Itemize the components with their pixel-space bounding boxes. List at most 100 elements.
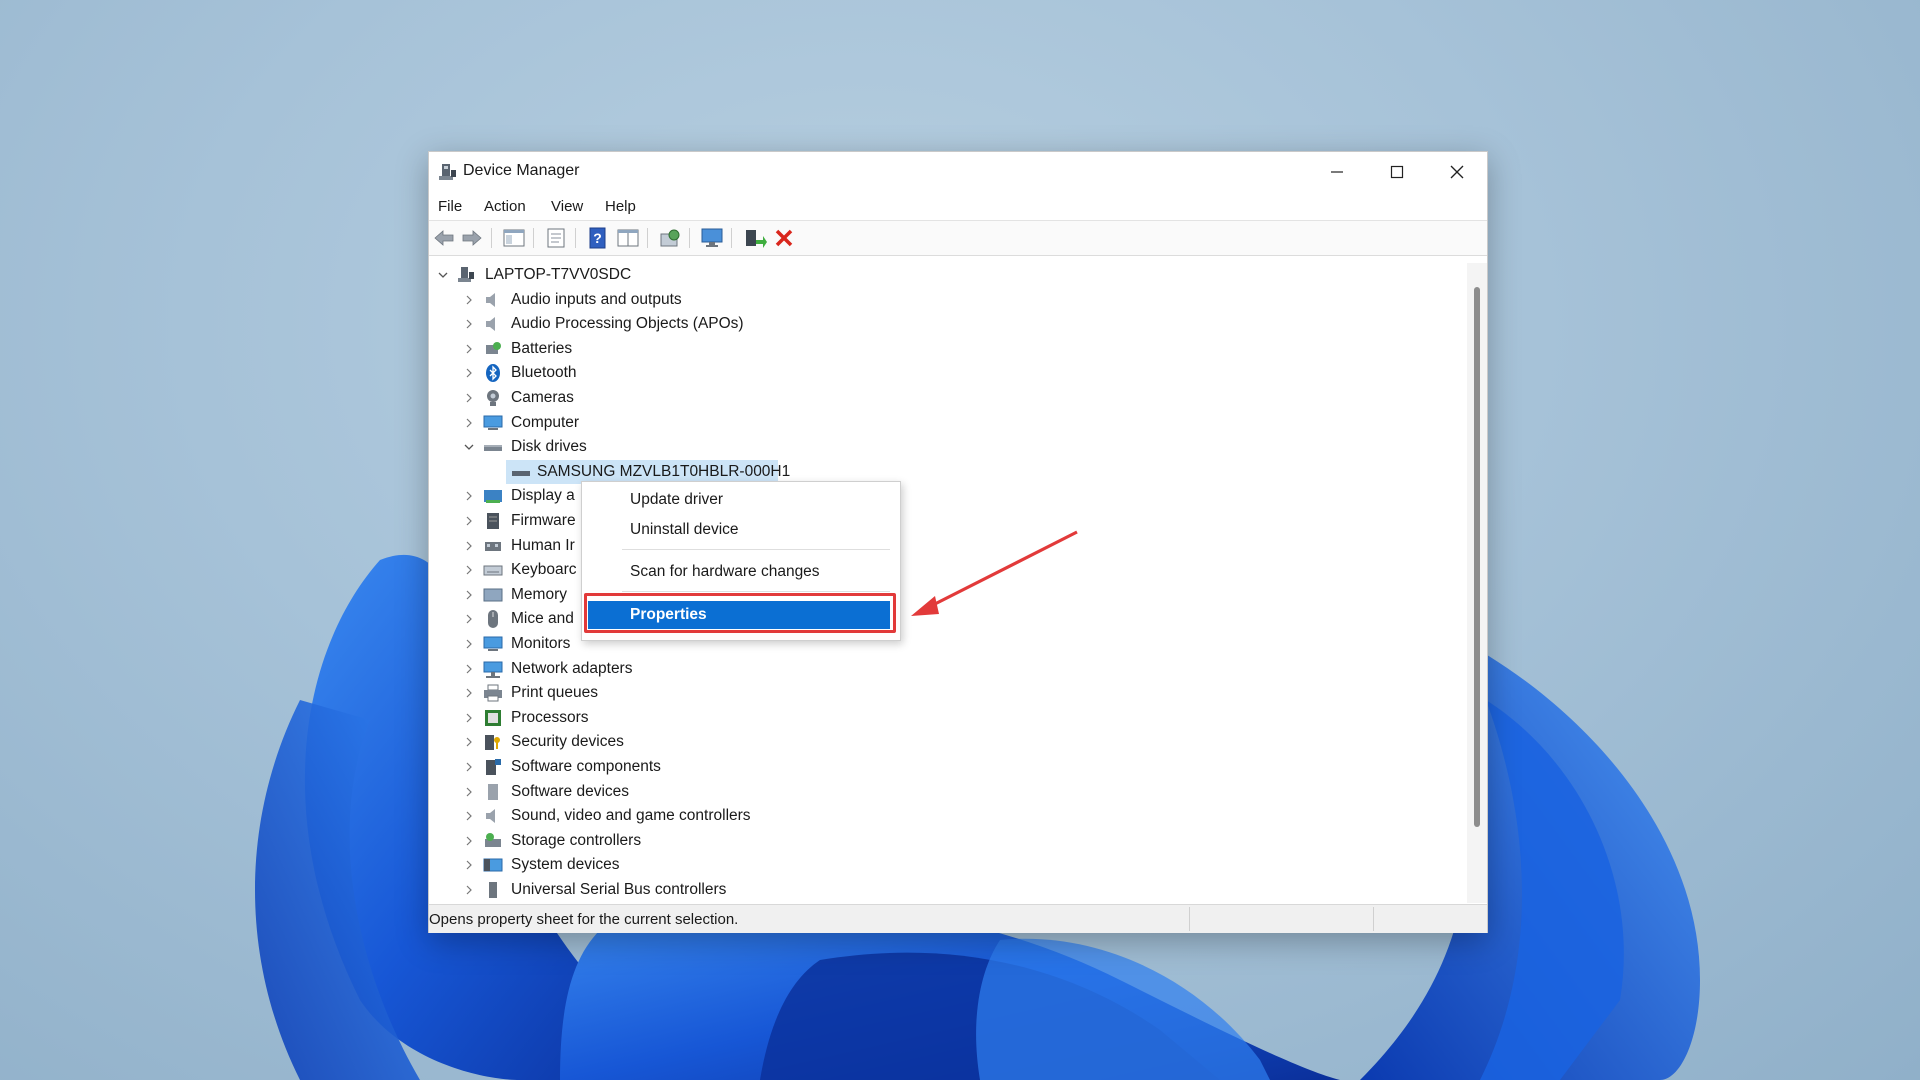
- maximize-button[interactable]: [1367, 152, 1427, 192]
- disk-drive-icon: [484, 445, 502, 452]
- printer-icon: [484, 684, 502, 702]
- tree-root[interactable]: LAPTOP-T7VV0SDC: [429, 263, 1029, 287]
- tree-item-system-devices[interactable]: System devices: [429, 853, 1029, 877]
- tree-item-batteries[interactable]: Batteries: [429, 337, 1029, 361]
- chevron-right-icon[interactable]: [463, 589, 475, 601]
- close-icon: [1450, 165, 1464, 179]
- forward-icon[interactable]: [459, 226, 485, 250]
- chevron-down-icon[interactable]: [437, 269, 449, 281]
- monitor-icon: [483, 636, 503, 651]
- tree-item-usb-controllers[interactable]: Universal Serial Bus controllers: [429, 878, 1029, 902]
- menu-help[interactable]: Help: [605, 198, 636, 215]
- update-driver-icon[interactable]: [741, 226, 767, 250]
- properties-icon[interactable]: [543, 226, 569, 250]
- vertical-scrollbar[interactable]: [1467, 263, 1487, 903]
- processor-icon: [485, 709, 501, 726]
- chevron-right-icon[interactable]: [463, 786, 475, 798]
- menu-file[interactable]: File: [438, 198, 462, 215]
- computer-root-icon: [458, 267, 474, 282]
- tree-item-cameras[interactable]: Cameras: [429, 386, 1029, 410]
- chevron-right-icon[interactable]: [463, 367, 475, 379]
- chevron-right-icon[interactable]: [463, 490, 475, 502]
- chevron-right-icon[interactable]: [463, 540, 475, 552]
- back-icon[interactable]: [431, 226, 457, 250]
- chevron-right-icon[interactable]: [463, 638, 475, 650]
- system-devices-icon: [483, 858, 503, 872]
- status-text: Opens property sheet for the current sel…: [429, 911, 739, 928]
- chevron-right-icon[interactable]: [463, 564, 475, 576]
- tree-item-software-devices[interactable]: Software devices: [429, 780, 1029, 804]
- chevron-right-icon[interactable]: [463, 663, 475, 675]
- chevron-right-icon[interactable]: [463, 884, 475, 896]
- tree-item-audio-inputs[interactable]: Audio inputs and outputs: [429, 288, 1029, 312]
- status-bar: Opens property sheet for the current sel…: [429, 904, 1487, 933]
- chevron-right-icon[interactable]: [463, 294, 475, 306]
- svg-text:?: ?: [593, 230, 602, 246]
- device-manager-app-icon: [439, 164, 456, 180]
- toolbar: ?: [429, 221, 1487, 256]
- view-resources-icon[interactable]: [615, 226, 641, 250]
- chevron-right-icon[interactable]: [463, 761, 475, 773]
- annotation-highlight-box: [584, 593, 896, 633]
- scrollbar-thumb[interactable]: [1474, 287, 1480, 827]
- menu-action[interactable]: Action: [484, 198, 526, 215]
- chevron-right-icon[interactable]: [463, 859, 475, 871]
- chevron-right-icon[interactable]: [463, 613, 475, 625]
- uninstall-icon[interactable]: [771, 226, 797, 250]
- monitor-icon[interactable]: [699, 226, 725, 250]
- chevron-right-icon[interactable]: [463, 736, 475, 748]
- tree-item-bluetooth[interactable]: Bluetooth: [429, 361, 1029, 385]
- usb-icon: [489, 882, 497, 898]
- chevron-right-icon[interactable]: [463, 343, 475, 355]
- chevron-right-icon[interactable]: [463, 687, 475, 699]
- minimize-icon: [1331, 171, 1343, 173]
- chevron-right-icon[interactable]: [463, 417, 475, 429]
- menu-item-update-driver[interactable]: Update driver: [582, 486, 900, 514]
- show-hide-console-tree-icon[interactable]: [501, 226, 527, 250]
- menu-item-scan-hardware[interactable]: Scan for hardware changes: [582, 558, 900, 586]
- annotation-arrow: [911, 530, 1078, 616]
- menu-bar: File Action View Help: [429, 192, 1487, 221]
- tree-item-computer[interactable]: Computer: [429, 411, 1029, 435]
- tree-item-software-components[interactable]: Software components: [429, 755, 1029, 779]
- chevron-right-icon[interactable]: [463, 515, 475, 527]
- chevron-right-icon[interactable]: [463, 392, 475, 404]
- tree-item-disk-drives[interactable]: Disk drives: [429, 435, 1029, 459]
- memory-icon: [483, 588, 503, 602]
- tree-item-processors[interactable]: Processors: [429, 706, 1029, 730]
- menu-view[interactable]: View: [551, 198, 583, 215]
- tree-item-network-adapters[interactable]: Network adapters: [429, 657, 1029, 681]
- chevron-right-icon[interactable]: [463, 318, 475, 330]
- mouse-icon: [488, 610, 498, 629]
- close-button[interactable]: [1427, 152, 1487, 192]
- disk-drive-icon: [512, 470, 530, 476]
- monitor-icon: [483, 415, 503, 430]
- chevron-down-icon[interactable]: [463, 441, 475, 453]
- tree-item-sound-video[interactable]: Sound, video and game controllers: [429, 804, 1029, 828]
- speaker-icon: [486, 809, 495, 824]
- maximize-icon: [1390, 165, 1404, 179]
- camera-icon: [487, 390, 499, 406]
- software-device-icon: [488, 783, 498, 800]
- chevron-right-icon[interactable]: [463, 835, 475, 847]
- speaker-icon: [486, 292, 495, 307]
- help-icon[interactable]: ?: [585, 226, 611, 250]
- title-bar[interactable]: Device Manager: [429, 152, 1487, 192]
- tree-item-apos[interactable]: Audio Processing Objects (APOs): [429, 312, 1029, 336]
- window-title: Device Manager: [463, 162, 580, 179]
- battery-icon: [486, 341, 501, 354]
- firmware-icon: [487, 513, 499, 529]
- tree-item-security-devices[interactable]: Security devices: [429, 730, 1029, 754]
- scan-hardware-icon[interactable]: [657, 226, 683, 250]
- network-icon: [483, 661, 503, 678]
- menu-item-uninstall-device[interactable]: Uninstall device: [582, 516, 900, 544]
- security-icon: [485, 735, 500, 751]
- chevron-right-icon[interactable]: [463, 810, 475, 822]
- tree-item-storage-controllers[interactable]: Storage controllers: [429, 829, 1029, 853]
- minimize-button[interactable]: [1307, 152, 1367, 192]
- bluetooth-icon: [486, 364, 500, 383]
- speaker-icon: [486, 317, 495, 332]
- tree-item-print-queues[interactable]: Print queues: [429, 681, 1029, 705]
- display-adapter-icon: [484, 490, 502, 504]
- chevron-right-icon[interactable]: [463, 712, 475, 724]
